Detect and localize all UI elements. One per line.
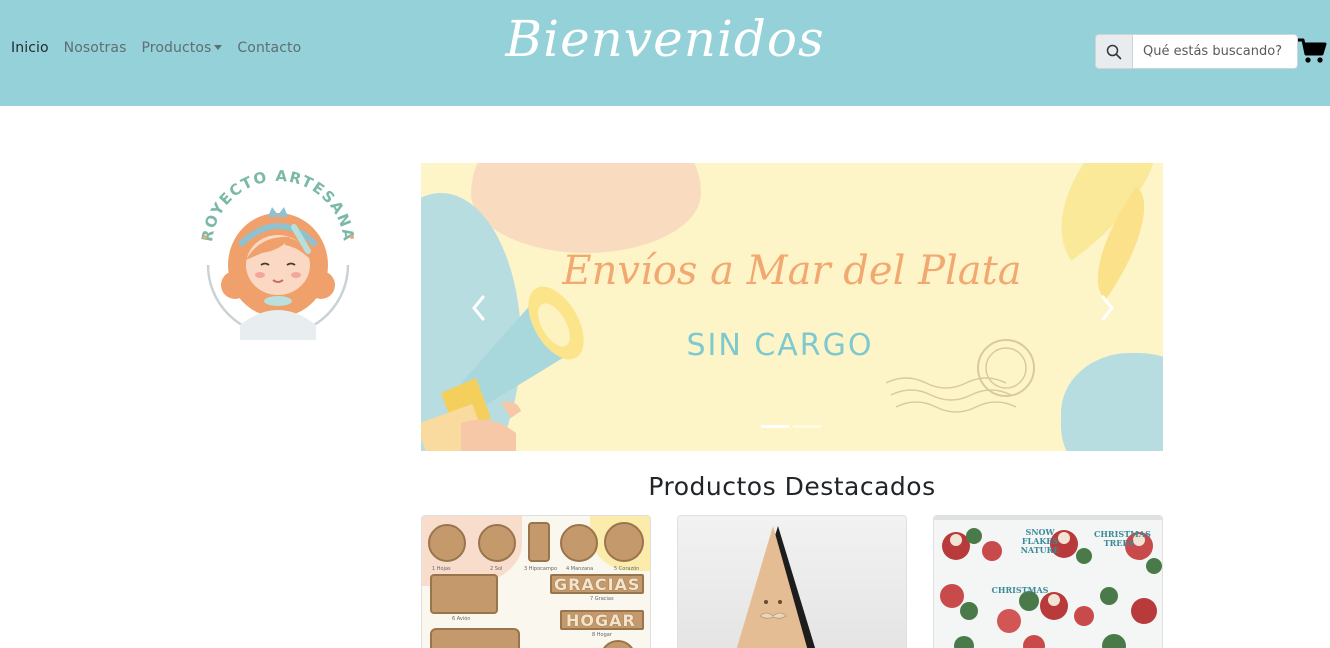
christmas-banner: CHRISTMAS TREES: [1094, 529, 1151, 548]
shape-label: 2 Sol: [490, 566, 503, 572]
promo-carousel[interactable]: Envíos a Mar del Plata SIN CARGO: [421, 163, 1163, 451]
decorative-blob: [1061, 353, 1163, 451]
shape-label: 5 Corazón: [614, 566, 640, 572]
search-icon: [1106, 44, 1122, 59]
christmas-banner: CHRISTMAS: [991, 585, 1049, 595]
carousel-indicator-1[interactable]: [761, 425, 789, 428]
search-input[interactable]: [1133, 34, 1298, 69]
navbar: Inicio Nosotras Productos Contacto Bienv…: [0, 0, 1330, 106]
wooden-triangle-figure: [736, 526, 816, 648]
hogar-word: HOGAR: [566, 611, 636, 630]
shape-label: 1 Hojas: [432, 566, 451, 572]
banner-subtitle: SIN CARGO: [686, 328, 874, 363]
shape-label: 4 Manzana: [566, 566, 594, 572]
wood-circles-shape: [430, 628, 520, 648]
search-form: [1095, 34, 1298, 69]
product-card-wooden-shapes[interactable]: 1 Hojas 2 Sol 3 Hipocampo 4 Manzana 5 Co…: [421, 515, 651, 648]
gracias-word: GRACIAS: [554, 575, 641, 594]
christmas-banner: SNOW FLAKES NATURE: [1020, 527, 1060, 555]
carousel-prev-icon[interactable]: [469, 293, 489, 323]
product-card-wooden-figure[interactable]: [677, 515, 907, 648]
shopping-cart-icon[interactable]: [1297, 36, 1327, 66]
shape-label: 7 Gracias: [590, 596, 614, 602]
shape-label: 6 Avión: [452, 616, 471, 622]
shape-label: 8 Hogar: [592, 632, 612, 638]
carousel-indicator-2[interactable]: [793, 425, 821, 428]
wood-apple-shape: [560, 524, 598, 562]
featured-products-title: Productos Destacados: [648, 472, 936, 501]
wood-seahorse-shape: [528, 522, 550, 562]
wood-leaf-shape: [428, 524, 466, 562]
carousel-next-icon[interactable]: [1097, 293, 1117, 323]
product-card-christmas-paper[interactable]: SNOW FLAKES NATURE CHRISTMAS CHRISTMAS T…: [933, 515, 1163, 648]
wood-sun-shape: [478, 524, 516, 562]
proyecto-artesanas-logo[interactable]: PROYECTO ARTESANAS: [190, 165, 365, 340]
wood-heart-shape: [604, 522, 644, 562]
megaphone-icon: [421, 286, 584, 451]
search-button[interactable]: [1095, 34, 1133, 69]
decorative-blob: [471, 163, 701, 253]
shape-label: 3 Hipocampo: [524, 566, 558, 572]
banner-title: Envíos a Mar del Plata: [562, 248, 1022, 294]
wood-airplane-shape: [430, 574, 498, 614]
carousel-indicators: [761, 425, 821, 428]
